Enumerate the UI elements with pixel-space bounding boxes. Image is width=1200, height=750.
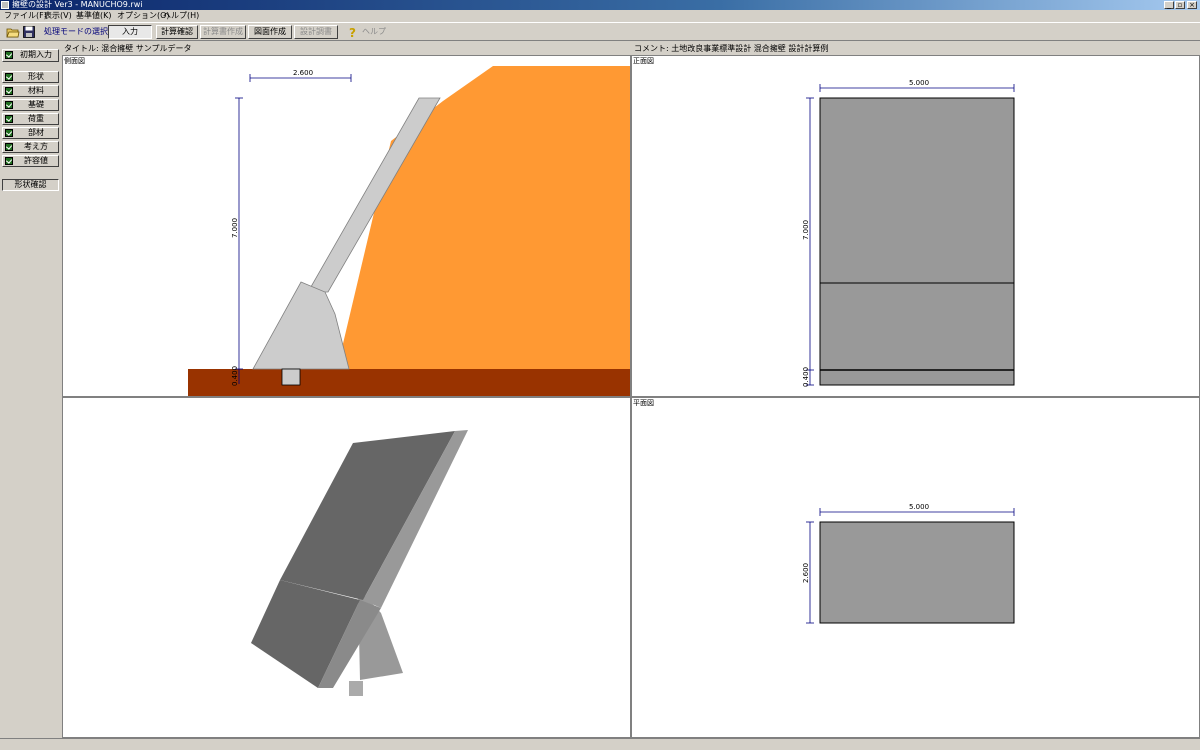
dim-width-label: 5.000 <box>909 79 929 87</box>
sidebar-item-load[interactable]: 荷重 <box>2 113 59 125</box>
minimize-button[interactable]: _ <box>1164 1 1174 9</box>
check-icon <box>5 87 13 95</box>
sidebar-item-shape[interactable]: 形状 <box>2 71 59 83</box>
iso-base-front <box>251 580 360 688</box>
iso-key <box>349 681 363 696</box>
help-label: ヘルプ <box>362 27 386 36</box>
sidebar-item-approach[interactable]: 考え方 <box>2 141 59 153</box>
concrete-base <box>252 281 350 370</box>
iso-view-drawing <box>251 430 468 696</box>
svg-text:?: ? <box>349 26 356 39</box>
input-button[interactable]: 入力 <box>108 25 152 39</box>
sidebar: 初期入力 形状 材料 基礎 荷重 部材 考え方 許容値 形状確認 <box>0 43 62 738</box>
restore-button[interactable]: ▫ <box>1175 1 1185 9</box>
menu-standard[interactable]: 基準値(K) <box>76 11 112 21</box>
ground-layer <box>188 369 630 396</box>
drawing-create-button[interactable]: 図面作成 <box>248 25 292 39</box>
check-icon <box>5 51 13 59</box>
sidebar-item-member[interactable]: 部材 <box>2 127 59 139</box>
mode-select-label: 処理モードの選択 <box>44 27 108 36</box>
iso-view-pane <box>62 397 631 738</box>
title-bar: 擁壁の設計 Ver3 - MANUCHO9.rwi _ ▫ × <box>0 0 1200 10</box>
initial-input-button[interactable]: 初期入力 <box>2 49 59 62</box>
dim-depth-label: 2.600 <box>802 563 810 583</box>
front-view-pane: 5.000 7.000 0.400 正面図 <box>631 55 1200 397</box>
front-view-label: 正面図 <box>633 57 654 65</box>
status-bar <box>0 738 1200 750</box>
report-create-button[interactable]: 計算書作成 <box>200 25 246 39</box>
check-icon <box>5 129 13 137</box>
comment-info: コメント: 土地改良事業標準設計 混合擁壁 設計計算例 <box>634 43 1200 54</box>
dim-width-label: 5.000 <box>909 503 929 511</box>
dim-height-label: 7.000 <box>231 218 239 238</box>
section-view-drawing: 2.600 7.000 0.400 <box>188 66 630 396</box>
base-key <box>281 368 301 386</box>
close-button[interactable]: × <box>1187 1 1197 9</box>
design-report-button[interactable]: 設計調書 <box>294 25 338 39</box>
menu-options[interactable]: オプション(O) <box>117 11 170 21</box>
iso-wall-face <box>280 431 455 600</box>
save-disk-icon[interactable] <box>22 25 36 39</box>
dim-base-label: 0.400 <box>231 366 239 386</box>
menu-view[interactable]: 表示(V) <box>44 11 72 21</box>
plan-footprint <box>819 521 1015 624</box>
check-icon <box>5 101 13 109</box>
shape-check-button[interactable]: 形状確認 <box>2 179 59 191</box>
check-icon <box>5 143 13 151</box>
check-icon <box>5 115 13 123</box>
front-wall <box>819 97 1015 386</box>
sidebar-item-material[interactable]: 材料 <box>2 85 59 97</box>
backfill-soil <box>337 66 630 369</box>
app-icon <box>1 1 9 9</box>
menu-bar: ファイル(F) 表示(V) 基準値(K) オプション(O) ヘルプ(H) <box>0 10 1200 22</box>
window-title: 擁壁の設計 Ver3 - MANUCHO9.rwi <box>12 0 143 9</box>
check-icon <box>5 157 13 165</box>
open-folder-icon[interactable] <box>6 25 20 39</box>
dim-width-label: 2.600 <box>293 69 313 77</box>
calc-confirm-button[interactable]: 計算確認 <box>156 25 198 39</box>
front-view-drawing: 5.000 7.000 0.400 <box>802 79 1015 387</box>
plan-view-label: 平面図 <box>633 399 654 407</box>
section-view-pane: 2.600 7.000 0.400 側面図 <box>62 55 631 397</box>
sidebar-item-foundation[interactable]: 基礎 <box>2 99 59 111</box>
section-view-label: 側面図 <box>64 57 85 65</box>
toolbar: 処理モードの選択 入力 計算確認 計算書作成 図面作成 設計調書 ? ヘルプ <box>0 22 1200 41</box>
sidebar-item-allowable[interactable]: 許容値 <box>2 155 59 167</box>
title-info: タイトル: 混合擁壁 サンプルデータ <box>64 43 630 54</box>
dim-base-label: 0.400 <box>802 367 810 387</box>
dim-height-label: 7.000 <box>802 220 810 240</box>
help-question-icon[interactable]: ? <box>346 25 360 40</box>
check-icon <box>5 73 13 81</box>
plan-view-drawing: 5.000 2.600 <box>802 503 1015 624</box>
plan-view-pane: 5.000 2.600 平面図 <box>631 397 1200 738</box>
menu-file[interactable]: ファイル(F) <box>4 11 47 21</box>
menu-help[interactable]: ヘルプ(H) <box>163 11 199 21</box>
